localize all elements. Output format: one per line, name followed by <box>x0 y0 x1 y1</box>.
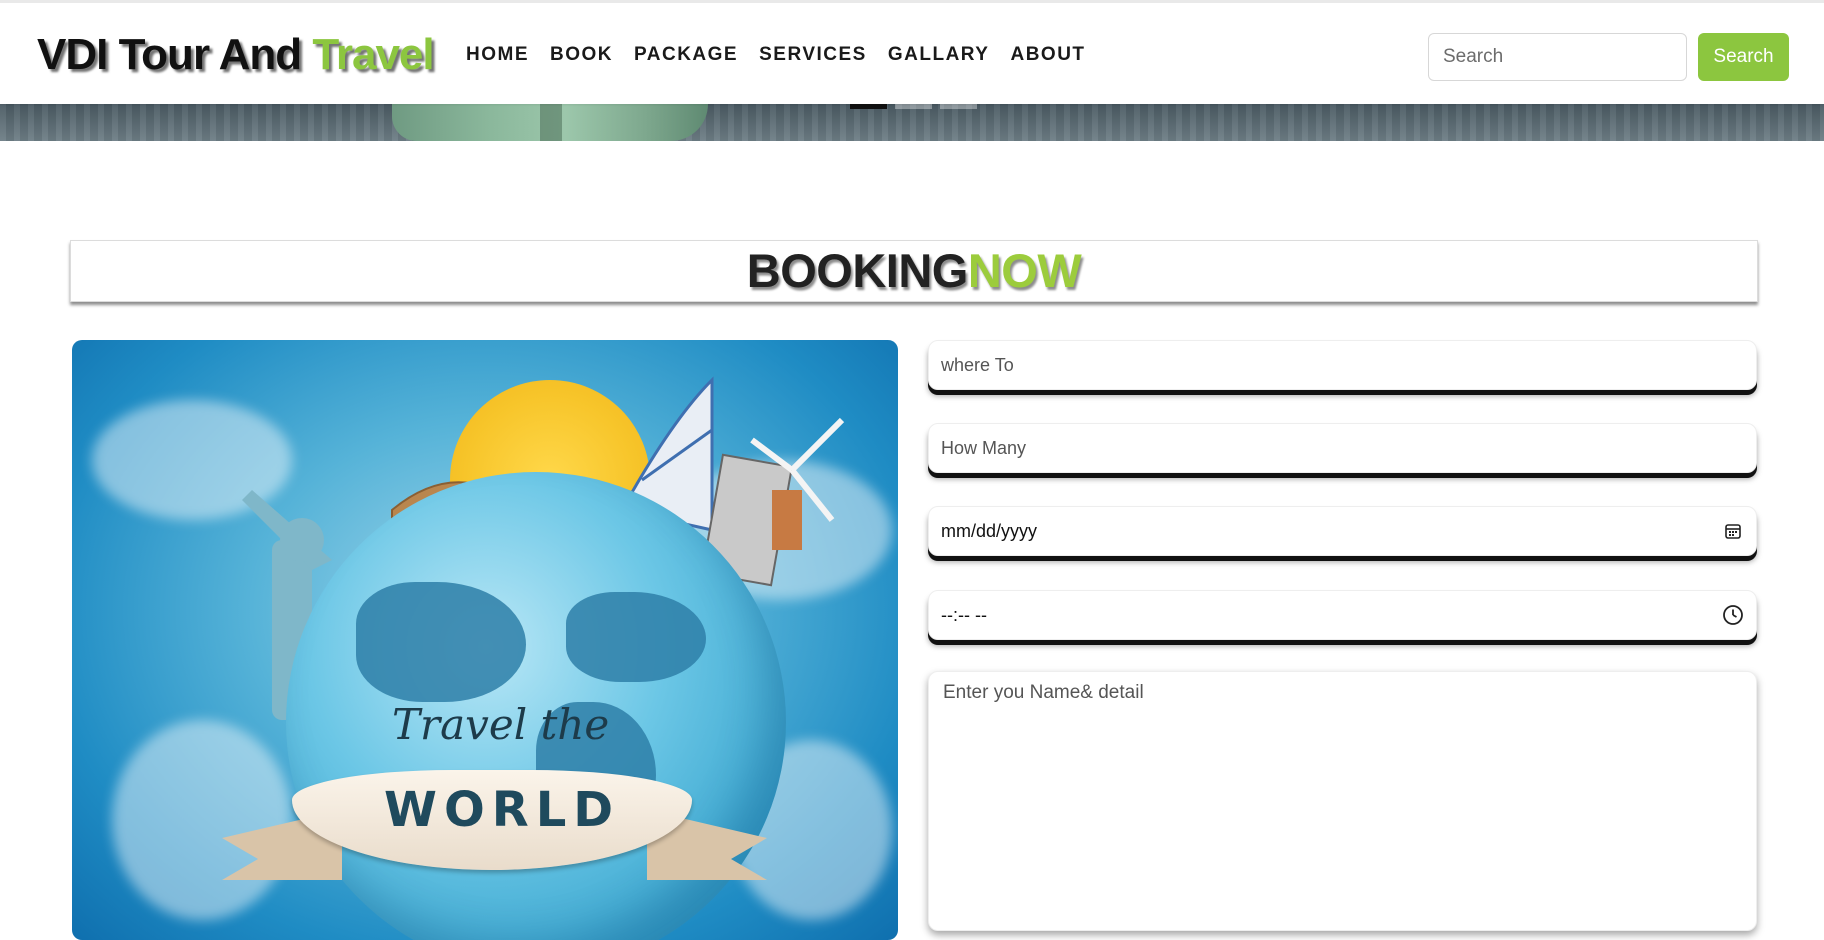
continent-shape <box>566 592 706 682</box>
navbar: VDI Tour And Travel HOME BOOK PACKAGE SE… <box>0 0 1824 104</box>
booking-header: BOOKINGNOW <box>70 240 1758 302</box>
brand-logo[interactable]: VDI Tour And Travel <box>37 27 435 83</box>
carousel-indicators <box>850 104 977 109</box>
carousel-indicator-3[interactable] <box>940 104 977 109</box>
date-field[interactable]: mm/dd/yyyy <box>928 506 1757 556</box>
hero-statue-detail <box>540 104 562 141</box>
hero-sea-background <box>0 104 1824 141</box>
booking-title: BOOKINGNOW <box>746 241 1082 301</box>
carousel-indicator-2[interactable] <box>895 104 932 109</box>
search-button[interactable]: Search <box>1698 33 1789 81</box>
hero-carousel <box>0 104 1824 141</box>
date-input[interactable]: mm/dd/yyyy <box>941 521 1722 542</box>
nav-about[interactable]: ABOUT <box>1010 43 1085 67</box>
travel-world-image: Travel the WORLD <box>72 340 898 940</box>
booking-title-part2: NOW <box>967 244 1082 297</box>
calendar-icon[interactable] <box>1722 520 1744 542</box>
brand-name-part1: VDI Tour And <box>37 30 313 79</box>
main-nav: HOME BOOK PACKAGE SERVICES GALLARY ABOUT <box>466 43 1086 67</box>
search-input[interactable] <box>1428 33 1687 81</box>
image-caption-travel: Travel the <box>392 700 610 749</box>
how-many-input[interactable] <box>941 424 1744 472</box>
time-field[interactable]: --:-- -- <box>928 590 1757 640</box>
cloud-shape <box>112 720 292 920</box>
where-to-input[interactable] <box>941 341 1744 389</box>
how-many-field <box>928 423 1757 473</box>
booking-title-part1: BOOKING <box>746 244 969 297</box>
nav-package[interactable]: PACKAGE <box>634 43 738 67</box>
nav-book[interactable]: BOOK <box>550 43 613 67</box>
time-input[interactable]: --:-- -- <box>941 605 1722 626</box>
nav-gallary[interactable]: GALLARY <box>888 43 990 67</box>
carousel-indicator-1[interactable] <box>850 104 887 109</box>
details-textarea[interactable] <box>943 682 1742 920</box>
where-to-field <box>928 340 1757 390</box>
image-caption-world: WORLD <box>384 782 621 838</box>
brand-name-part2: Travel <box>312 30 434 79</box>
details-field <box>928 671 1757 931</box>
nav-home[interactable]: HOME <box>466 43 529 67</box>
clock-icon[interactable] <box>1722 604 1744 626</box>
continent-shape <box>356 582 526 702</box>
nav-services[interactable]: SERVICES <box>759 43 867 67</box>
